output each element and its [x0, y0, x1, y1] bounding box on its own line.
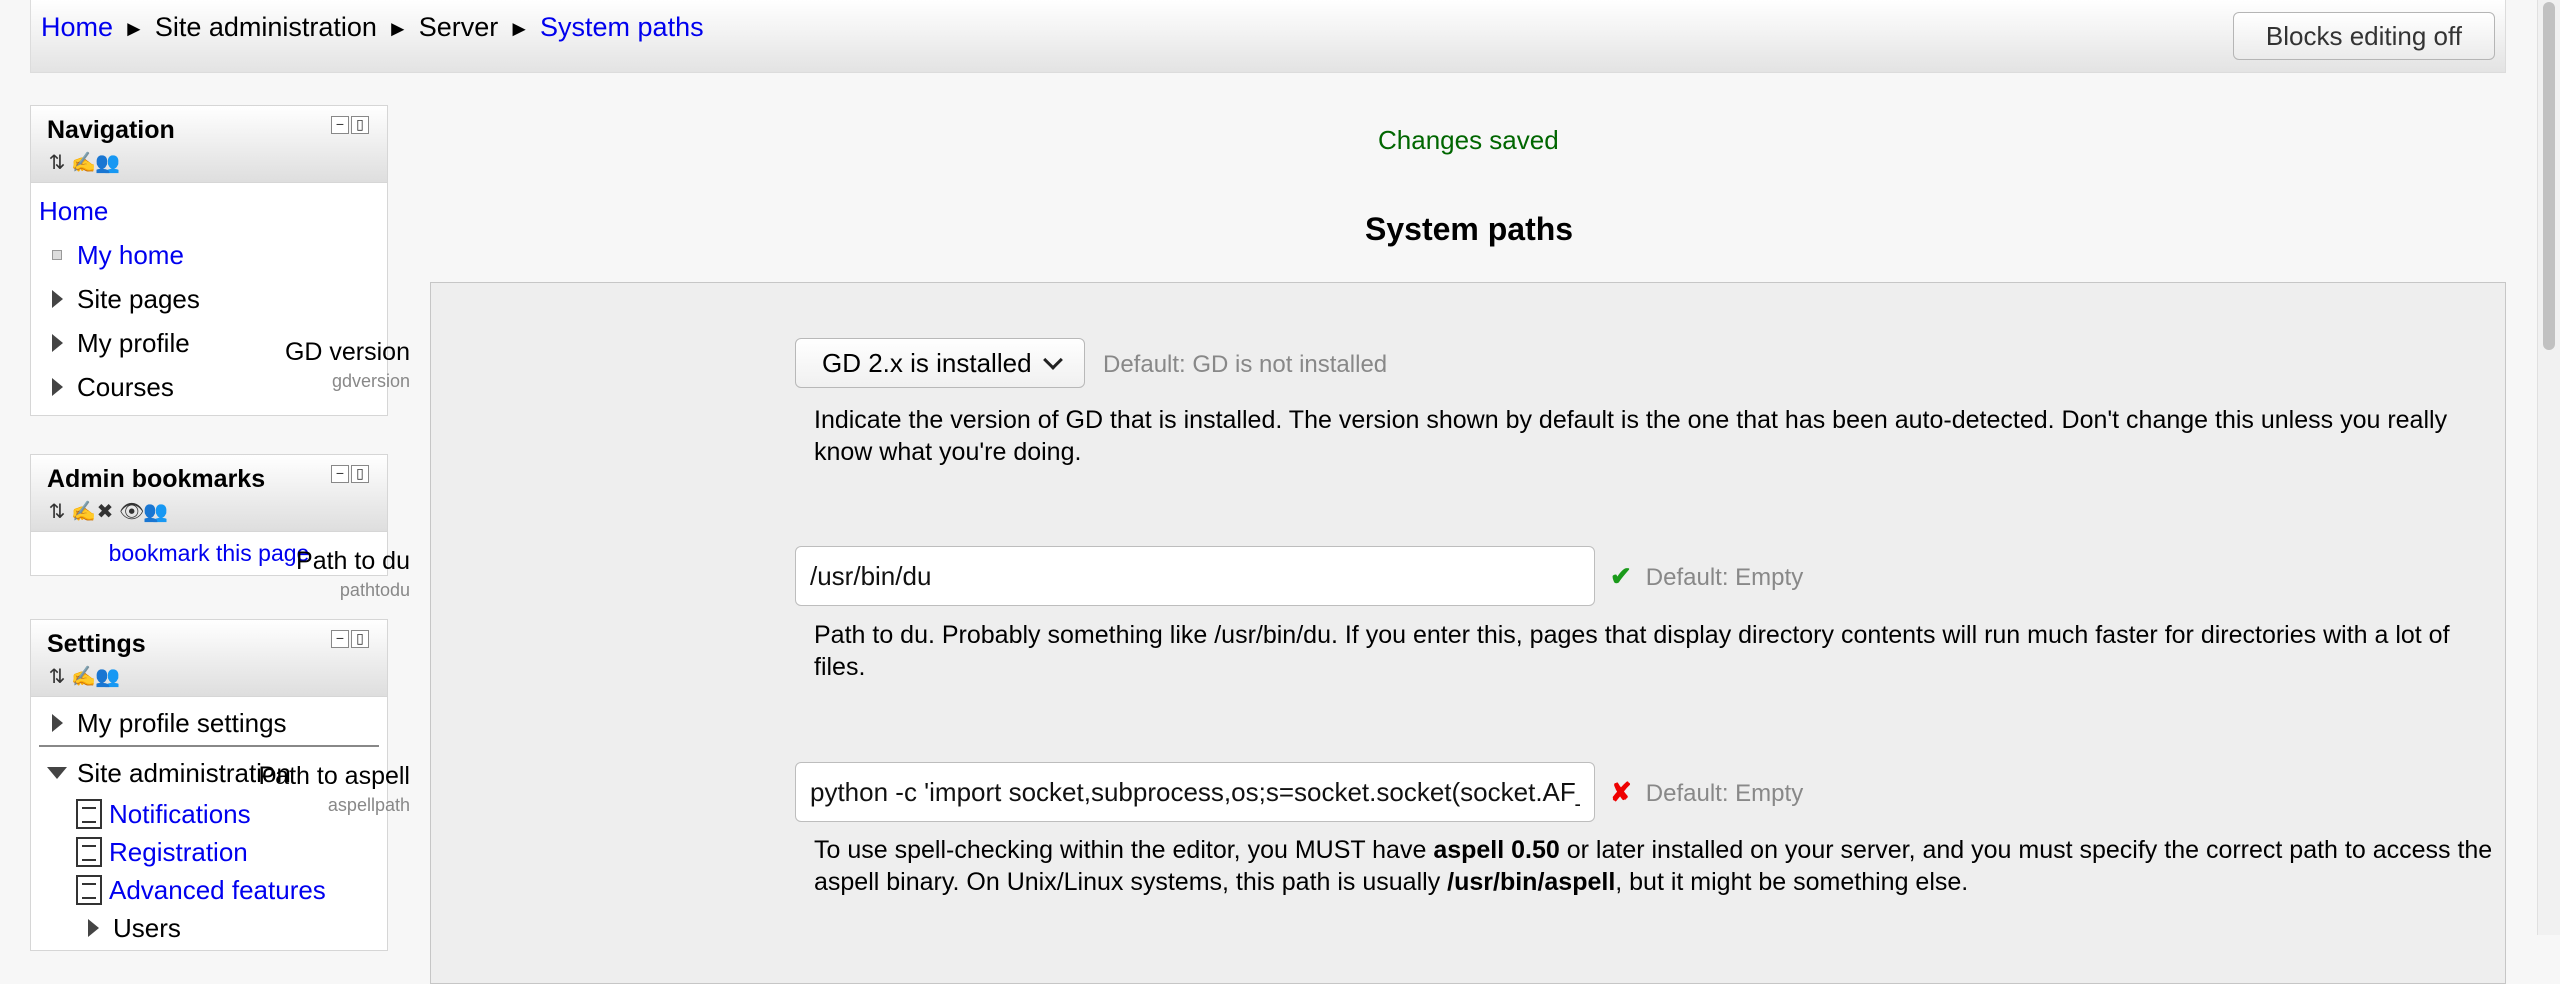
- bullet-icon: [43, 250, 71, 260]
- blocks-editing-button[interactable]: Blocks editing off: [2232, 12, 2495, 60]
- invalid-cross-icon: ✘: [1610, 777, 1632, 807]
- bookmark-page-link[interactable]: bookmark this page: [109, 540, 310, 566]
- description-text: , but it might be something else.: [1615, 868, 1969, 896]
- pathtodu-label: Path to du pathtodu: [296, 547, 410, 601]
- description-bold: /usr/bin/aspell: [1447, 868, 1616, 896]
- aspellpath-label: Path to aspell aspellpath: [259, 762, 411, 816]
- expand-arrow-icon[interactable]: [43, 378, 71, 396]
- collapse-icon[interactable]: −: [331, 630, 349, 648]
- block-controls: − ▯: [331, 116, 369, 134]
- block-controls: − ▯: [331, 630, 369, 648]
- nav-item-label[interactable]: My home: [77, 240, 184, 271]
- move-icon[interactable]: ⇅: [47, 150, 67, 175]
- assign-roles-icon[interactable]: 👥: [95, 664, 120, 689]
- breadcrumb-separator: ►: [386, 16, 409, 41]
- nav-item-my-home[interactable]: My home: [39, 233, 379, 277]
- expand-arrow-icon[interactable]: [43, 334, 71, 352]
- document-icon: [75, 875, 103, 905]
- settings-subitem-users[interactable]: Users: [39, 909, 379, 947]
- description-bold: aspell 0.50: [1433, 836, 1560, 864]
- breadcrumb-separator: ►: [123, 16, 145, 41]
- settings-item-label: My profile settings: [77, 707, 287, 738]
- gdversion-selected-value: GD 2.x is installed: [822, 347, 1032, 378]
- hide-icon[interactable]: 👁: [119, 499, 144, 524]
- pathtodu-default-row: ✔ Default: Empty: [1610, 561, 1803, 592]
- description-text: To use spell-checking within the editor,…: [814, 836, 1434, 864]
- expand-arrow-icon[interactable]: [79, 919, 107, 937]
- nav-item-label: Courses: [77, 371, 174, 402]
- valid-check-icon: ✔: [1610, 561, 1632, 591]
- navigation-block-title: Navigation: [47, 116, 175, 144]
- assign-roles-icon[interactable]: 👥: [143, 499, 168, 524]
- gdversion-default: Default: GD is not installed: [1103, 351, 1388, 378]
- pathtodu-description: Path to du. Probably something like /usr…: [814, 621, 2450, 681]
- breadcrumb-server: Server: [418, 12, 499, 42]
- document-icon: [75, 837, 103, 867]
- move-icon[interactable]: ⇅: [47, 664, 67, 689]
- setting-label-name: pathtodu: [339, 580, 410, 600]
- setting-label-main: Path to aspell: [258, 762, 411, 790]
- setting-label-main: Path to du: [296, 547, 410, 575]
- settings-subitem-registration[interactable]: Registration: [39, 833, 379, 871]
- block-actions: ⇅ ✍ 👥: [47, 662, 371, 690]
- page-scrollbar[interactable]: [2537, 0, 2560, 935]
- edit-icon[interactable]: ✍: [71, 150, 96, 175]
- aspellpath-default-row: ✘ Default: Empty: [1610, 777, 1803, 808]
- settings-subitem-label[interactable]: Advanced features: [109, 875, 326, 906]
- breadcrumb-current-link[interactable]: System paths: [540, 12, 704, 42]
- move-icon[interactable]: ⇅: [47, 499, 67, 524]
- navigation-block-header: Navigation ⇅ ✍ 👥 − ▯: [31, 106, 387, 183]
- gdversion-description: Indicate the version of GD that is insta…: [814, 406, 2448, 466]
- nav-item-site-pages[interactable]: Site pages: [39, 277, 379, 321]
- assign-roles-icon[interactable]: 👥: [95, 150, 120, 175]
- block-controls: − ▯: [331, 465, 369, 483]
- block-actions: ⇅ ✍ 👥: [47, 148, 371, 176]
- breadcrumb-home-link[interactable]: Home: [41, 12, 113, 42]
- dock-icon[interactable]: ▯: [351, 465, 369, 483]
- gdversion-select[interactable]: GD 2.x is installed: [795, 338, 1085, 388]
- edit-icon[interactable]: ✍: [71, 499, 96, 524]
- aspellpath-description: To use spell-checking within the editor,…: [814, 834, 2494, 898]
- edit-icon[interactable]: ✍: [71, 664, 96, 689]
- breadcrumb-site-admin: Site administration: [154, 12, 377, 42]
- settings-subitem-label[interactable]: Notifications: [109, 799, 251, 830]
- setting-label-name: aspellpath: [327, 795, 410, 815]
- gdversion-label: GD version gdversion: [285, 338, 410, 392]
- settings-subitem-label: Users: [113, 912, 181, 943]
- settings-subitem-label[interactable]: Registration: [109, 837, 248, 868]
- delete-icon[interactable]: ✖: [95, 499, 115, 524]
- collapse-arrow-icon[interactable]: [43, 767, 71, 779]
- block-actions: ⇅ ✍ ✖ 👁 👥: [47, 497, 371, 525]
- dock-icon[interactable]: ▯: [351, 630, 369, 648]
- chevron-down-icon: [1043, 350, 1063, 370]
- scrollbar-thumb[interactable]: [2543, 2, 2555, 350]
- breadcrumb: Home ► Site administration ► Server ► System p…: [41, 12, 704, 43]
- nav-home-link[interactable]: Home: [39, 196, 108, 227]
- settings-block-title: Settings: [47, 630, 146, 658]
- pathtodu-default: Default: Empty: [1645, 564, 1804, 591]
- dock-icon[interactable]: ▯: [351, 116, 369, 134]
- setting-label-name: gdversion: [331, 371, 410, 391]
- collapse-icon[interactable]: −: [331, 116, 349, 134]
- admin-bookmarks-title: Admin bookmarks: [47, 465, 266, 493]
- nav-item-label: My profile: [77, 327, 190, 358]
- expand-arrow-icon[interactable]: [43, 714, 71, 732]
- settings-block-content: My profile settings Site administration …: [31, 697, 387, 953]
- admin-bookmarks-header: Admin bookmarks ⇅ ✍ ✖ 👁 👥 − ▯: [31, 455, 387, 532]
- changes-saved-notice: Changes saved: [1378, 125, 1559, 155]
- expand-arrow-icon[interactable]: [43, 290, 71, 308]
- breadcrumb-separator: ►: [508, 16, 531, 41]
- settings-block-header: Settings ⇅ ✍ 👥 − ▯: [31, 620, 387, 697]
- page-title: System paths: [1365, 211, 1574, 247]
- settings-subitem-advanced-features[interactable]: Advanced features: [39, 871, 379, 909]
- collapse-icon[interactable]: −: [331, 465, 349, 483]
- document-icon: [75, 799, 103, 829]
- aspellpath-input[interactable]: [795, 762, 1595, 822]
- pathtodu-input[interactable]: [795, 546, 1595, 606]
- setting-label-main: GD version: [284, 338, 410, 366]
- settings-item-my-profile[interactable]: My profile settings: [39, 701, 379, 747]
- aspellpath-default: Default: Empty: [1645, 780, 1804, 807]
- nav-item-label: Site pages: [77, 283, 200, 314]
- navbar: Home ► Site administration ► Server ► System p…: [30, 0, 2506, 73]
